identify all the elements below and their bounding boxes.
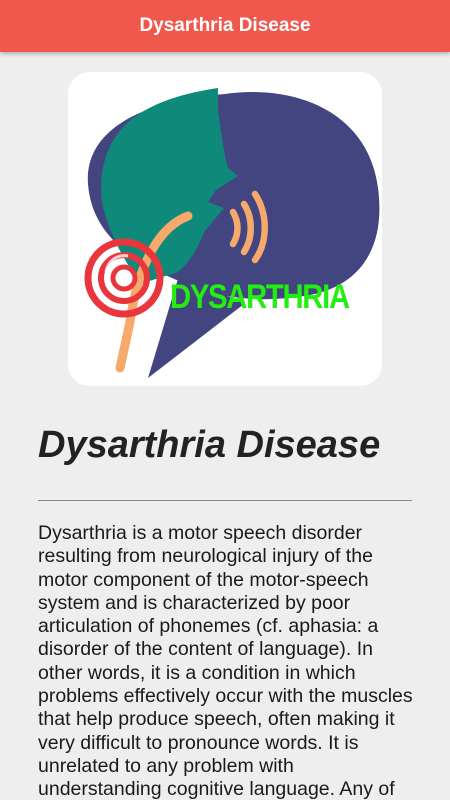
dysarthria-logo-image: DYSARTHRIA (68, 72, 382, 386)
title-divider (38, 500, 412, 501)
app-bar-title: Dysarthria Disease (139, 15, 311, 36)
dysarthria-logo-text: DYSARTHRIA (170, 278, 350, 316)
app-bar: Dysarthria Disease (0, 0, 450, 52)
article-body: Dysarthria is a motor speech disorder re… (38, 522, 413, 800)
article-title: Dysarthria Disease (38, 424, 381, 466)
scroll-content[interactable]: DYSARTHRIA Dysarthria Disease Dysarthria… (0, 52, 450, 800)
dysarthria-head-icon (84, 88, 380, 378)
